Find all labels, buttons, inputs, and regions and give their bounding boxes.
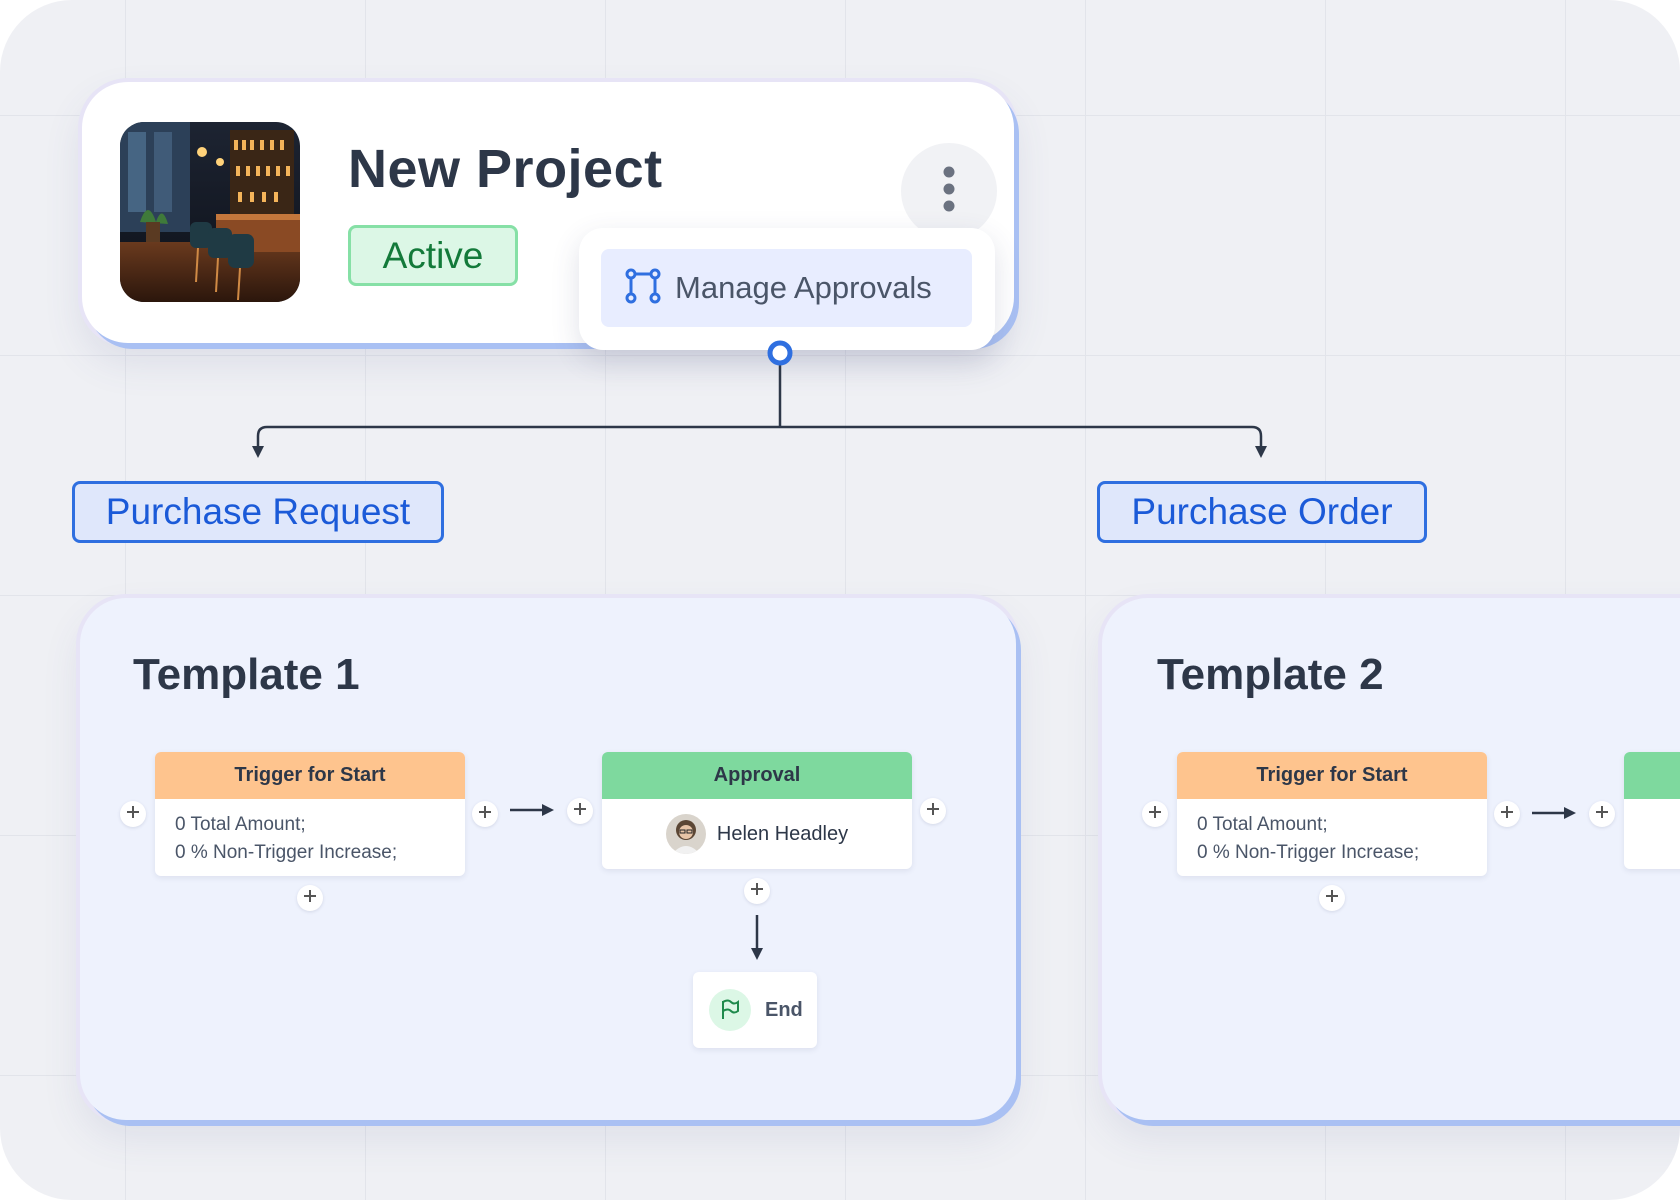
template-title: Template 1 <box>133 650 360 699</box>
trigger-non-trigger-increase: 0 % Non-Trigger Increase; <box>1197 842 1420 863</box>
plus-icon <box>926 802 940 821</box>
trigger-node[interactable]: Trigger for Start 0 Total Amount; 0 % No… <box>1177 752 1487 876</box>
purchase-order-chip[interactable]: Purchase Order <box>1097 481 1427 543</box>
add-after-trigger-button[interactable] <box>1494 801 1520 827</box>
plus-icon <box>1595 805 1609 824</box>
flag-icon <box>709 989 751 1031</box>
trigger-total-amount: 0 Total Amount; <box>175 814 306 835</box>
approval-node[interactable]: Approval Helen Headley <box>602 752 912 869</box>
add-below-trigger-button[interactable] <box>1319 885 1345 911</box>
trigger-node-header: Trigger for Start <box>1177 752 1487 799</box>
plus-icon <box>750 882 764 901</box>
end-node[interactable]: End <box>693 972 817 1048</box>
plus-icon <box>303 889 317 908</box>
trigger-node-header: Trigger for Start <box>155 752 465 799</box>
template-card-1[interactable]: Template 1 Trigger for Start 0 Total Amo… <box>80 598 1016 1120</box>
template-title: Template 2 <box>1157 650 1384 699</box>
add-after-approval-button[interactable] <box>920 798 946 824</box>
options-menu: Manage Approvals <box>579 228 995 350</box>
add-after-trigger-button[interactable] <box>472 801 498 827</box>
project-title: New Project <box>348 139 663 199</box>
workflow-canvas[interactable]: New Project Active Manage Approvals Purc… <box>0 0 1680 1200</box>
add-below-trigger-button[interactable] <box>297 885 323 911</box>
trigger-node[interactable]: Trigger for Start 0 Total Amount; 0 % No… <box>155 752 465 876</box>
approval-node-header <box>1624 752 1680 799</box>
add-before-trigger-button[interactable] <box>1142 801 1168 827</box>
plus-icon <box>126 805 140 824</box>
manage-approvals-label: Manage Approvals <box>675 270 932 305</box>
manage-approvals-menu-item[interactable]: Manage Approvals <box>601 249 972 327</box>
template-card-2[interactable]: Template 2 Trigger for Start 0 Total Amo… <box>1102 598 1680 1120</box>
purchase-request-chip[interactable]: Purchase Request <box>72 481 444 543</box>
workflow-icon <box>625 268 661 309</box>
add-before-trigger-button[interactable] <box>120 801 146 827</box>
approval-node-header: Approval <box>602 752 912 799</box>
plus-icon <box>1148 805 1162 824</box>
approver-name: Helen Headley <box>716 822 849 845</box>
plus-icon <box>478 805 492 824</box>
trigger-non-trigger-increase: 0 % Non-Trigger Increase; <box>175 842 398 863</box>
approval-node[interactable] <box>1624 752 1680 869</box>
trigger-total-amount: 0 Total Amount; <box>1197 814 1328 835</box>
plus-icon <box>573 802 587 821</box>
project-thumbnail <box>120 122 300 302</box>
more-options-button[interactable] <box>901 143 997 239</box>
add-before-approval-button[interactable] <box>1589 801 1615 827</box>
plus-icon <box>1325 889 1339 908</box>
more-vertical-icon <box>942 165 956 218</box>
avatar <box>665 814 706 854</box>
add-before-approval-button[interactable] <box>567 798 593 824</box>
status-badge: Active <box>348 225 518 286</box>
plus-icon <box>1500 805 1514 824</box>
add-below-approval-button[interactable] <box>744 878 770 904</box>
end-label: End <box>765 998 803 1021</box>
